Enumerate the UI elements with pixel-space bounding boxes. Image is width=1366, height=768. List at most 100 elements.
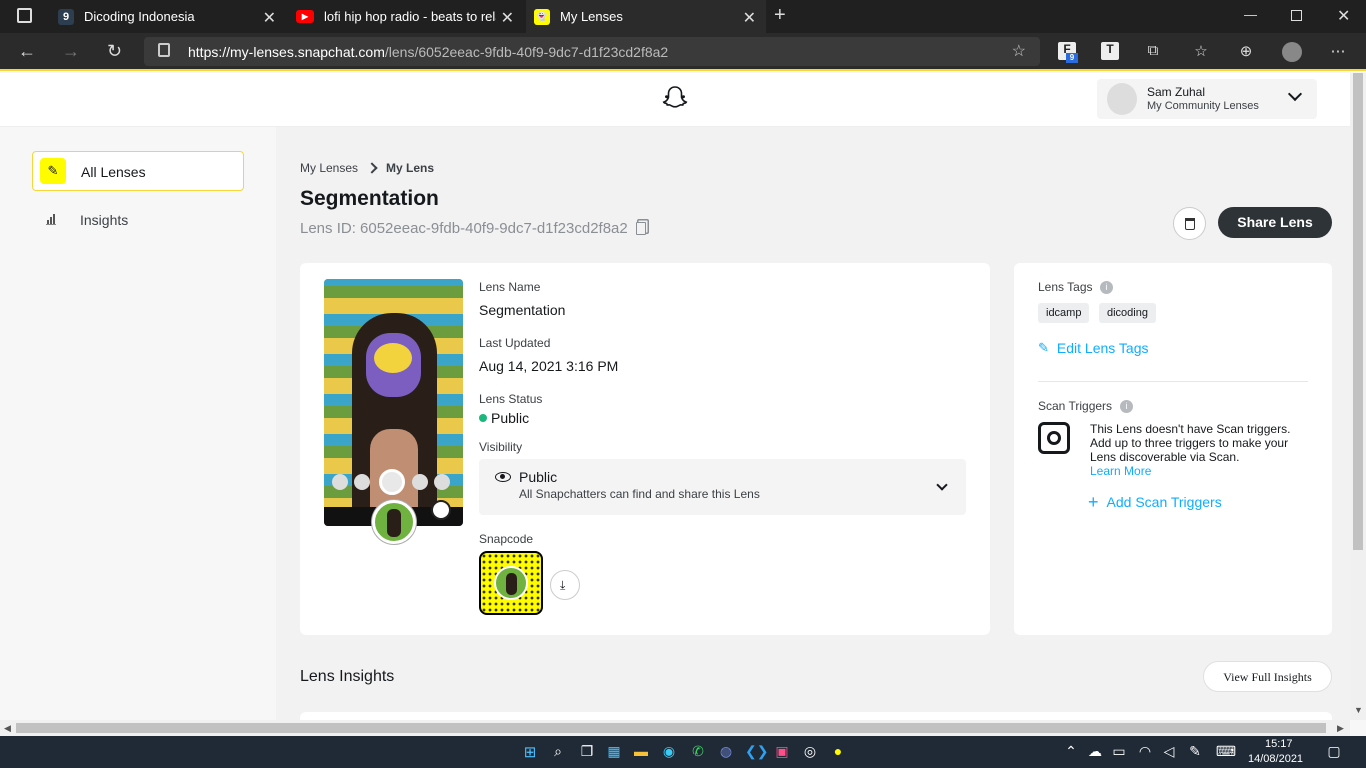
url-field[interactable]: https://my-lenses.snapchat.com/lens/6052… [144,37,1040,66]
task-view-icon[interactable]: ❐ [578,743,596,761]
file-explorer-icon[interactable]: ▬ [632,743,650,761]
snapcode-image [479,551,543,615]
info-icon[interactable]: i [1120,400,1133,413]
vertical-scrollbar[interactable]: ▼ [1350,73,1366,720]
visibility-description: All Snapchatters can find and share this… [519,487,760,501]
user-subtitle: My Community Lenses [1147,100,1259,112]
lens-status-label: Lens Status [479,392,543,406]
camera-flip-icon [431,500,451,520]
window-close-icon[interactable]: ✕ [1337,6,1350,26]
clock-date[interactable]: 14/08/2021 [1248,753,1303,765]
face-mask-yellow [374,343,412,373]
scan-description: This Lens doesn't have Scan triggers. Ad… [1090,422,1291,464]
close-icon[interactable]: ✕ [743,8,756,28]
scan-icon [1038,422,1070,454]
refresh-icon[interactable]: ↻ [107,41,122,62]
close-icon[interactable]: ✕ [501,8,514,28]
extensions-puzzle-icon[interactable]: ⧉ [1144,42,1162,60]
scroll-left-icon[interactable]: ◀ [4,723,11,734]
collections-icon[interactable]: ⊕ [1237,42,1255,60]
user-menu[interactable]: Sam Zuhal My Community Lenses [1097,79,1317,119]
share-lens-button[interactable]: Share Lens [1218,207,1332,238]
snapchat-ghost-icon[interactable] [662,85,688,111]
visibility-label: Visibility [479,440,523,454]
scroll-down-icon[interactable]: ▼ [1354,705,1363,715]
learn-more-link[interactable]: Learn More [1090,464,1151,478]
tab-lofi[interactable]: ▶ lofi hip hop radio - beats to relax ✕ [288,0,524,33]
visibility-value: Public [519,469,558,485]
new-tab-icon[interactable]: + [774,4,786,27]
browser-tab-bar: 9 Dicoding Indonesia ✕ ▶ lofi hip hop ra… [0,0,1366,33]
search-icon[interactable]: ⌕ [549,743,567,761]
info-icon[interactable]: i [1100,281,1113,294]
more-menu-icon[interactable]: ⋯ [1329,42,1347,60]
plus-icon: + [1088,492,1099,512]
sidebar-item-all-lenses[interactable]: ✎ All Lenses [32,151,244,191]
edit-lens-tags-label: Edit Lens Tags [1056,340,1149,356]
scroll-thumb[interactable] [16,723,1326,733]
favorites-icon[interactable]: ☆ [1192,42,1210,60]
tab-dicoding[interactable]: 9 Dicoding Indonesia ✕ [50,0,286,33]
download-snapcode-button[interactable]: ⤓ [550,570,580,600]
forward-icon[interactable]: → [62,41,80,62]
back-icon[interactable]: ← [18,41,36,62]
start-icon[interactable]: ⊞ [521,743,539,761]
view-full-insights-button[interactable]: View Full Insights [1203,661,1332,692]
last-updated-label: Last Updated [479,336,551,350]
tab-title: lofi hip hop radio - beats to relax [324,9,496,24]
chrome-icon[interactable]: ◎ [801,743,819,761]
lens-name-label: Lens Name [479,280,541,294]
favorite-star-icon[interactable]: ☆ [1012,41,1026,61]
visibility-select[interactable]: Public All Snapchatters can find and sha… [479,459,966,515]
scroll-thumb[interactable] [1353,73,1363,550]
horizontal-scrollbar[interactable]: ◀ ▶ [0,720,1350,736]
wifi-icon[interactable]: ◠ [1136,743,1154,761]
snapchat-icon[interactable]: ● [829,743,847,761]
insights-card [300,712,1332,720]
close-icon[interactable]: ✕ [263,8,276,28]
extension-f-icon[interactable]: F9 [1058,42,1078,63]
dicoding-favicon: 9 [58,8,74,25]
scan-triggers-label: Scan Triggers [1038,399,1113,413]
tag-idcamp: idcamp [1038,303,1090,323]
extension-t-icon[interactable]: T [1101,42,1119,60]
copy-icon[interactable] [635,222,646,235]
volume-icon[interactable]: ◁ [1160,743,1178,761]
chevron-down-icon [1287,86,1303,102]
notification-icon[interactable]: ▢ [1325,743,1343,761]
discord-icon[interactable]: ◍ [717,743,735,761]
profile-avatar-icon[interactable] [1282,42,1302,62]
edge-icon[interactable]: ◉ [660,743,678,761]
keyboard-icon[interactable]: ⌨ [1214,743,1238,761]
ide-icon[interactable]: ▣ [773,743,791,761]
clock-time[interactable]: 15:17 [1265,738,1293,750]
extension-badge: 9 [1066,53,1078,63]
sidebar-item-insights[interactable]: Insights [32,203,244,235]
whatsapp-icon[interactable]: ✆ [689,743,707,761]
download-icon: ⤓ [560,578,566,592]
tab-my-lenses[interactable]: 👻 My Lenses ✕ [526,0,766,33]
shutter-circles [324,469,463,495]
pen-icon[interactable]: ✎ [1186,743,1204,761]
chevron-down-icon [936,479,948,491]
tab-actions-icon[interactable] [17,8,32,23]
add-scan-triggers-link[interactable]: + Add Scan Triggers [1088,492,1222,512]
edit-lens-tags-link[interactable]: ✎ Edit Lens Tags [1038,340,1149,356]
restore-icon[interactable] [1291,10,1302,21]
avatar [1107,83,1137,115]
taskbar: ⊞ ⌕ ❐ ▦ ▬ ◉ ✆ ◍ ❮❯ ▣ ◎ ● ⌃ ☁ ▭ ◠ ◁ ✎ ⌨ 1… [0,736,1366,768]
tray-chevron-icon[interactable]: ⌃ [1062,743,1080,761]
minimize-icon[interactable]: — [1244,7,1257,22]
lens-id-text: Lens ID: 6052eeac-9fdb-40f9-9dc7-d1f23cd… [300,220,628,237]
widgets-icon[interactable]: ▦ [605,743,623,761]
battery-icon[interactable]: ▭ [1110,743,1128,761]
tag-dicoding: dicoding [1099,303,1156,323]
cloud-icon[interactable]: ☁ [1086,743,1104,761]
pencil-icon: ✎ [1038,340,1049,355]
scroll-right-icon[interactable]: ▶ [1337,723,1344,734]
trash-icon [1185,218,1195,230]
delete-button[interactable] [1173,207,1206,240]
sidebar: ✎ All Lenses Insights [0,127,276,720]
vscode-icon[interactable]: ❮❯ [745,743,768,761]
breadcrumb-root-link[interactable]: My Lenses [300,161,358,175]
